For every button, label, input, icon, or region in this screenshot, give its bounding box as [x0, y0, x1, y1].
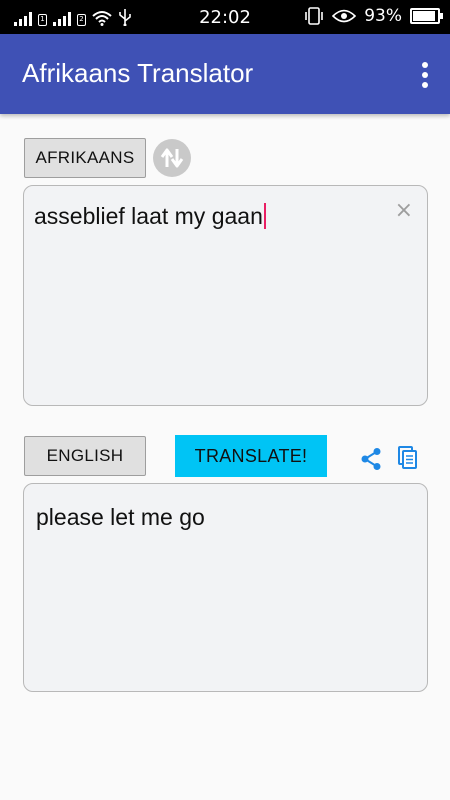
copy-icon[interactable]: [398, 446, 418, 470]
swap-icon: [160, 148, 184, 168]
clear-icon[interactable]: ×: [395, 200, 413, 222]
translated-text: please let me go: [36, 504, 205, 530]
source-text-content: asseblief laat my gaan: [34, 203, 266, 230]
vibrate-icon: [305, 7, 324, 25]
target-language-button[interactable]: ENGLISH: [24, 436, 146, 476]
source-text-input[interactable]: asseblief laat my gaan ×: [23, 185, 428, 406]
status-bar: 1 2 22:02 93%: [0, 0, 450, 34]
translation-output: please let me go: [23, 483, 428, 692]
app-title: Afrikaans Translator: [22, 58, 254, 88]
translate-button[interactable]: TRANSLATE!: [175, 435, 327, 477]
swap-languages-button[interactable]: [153, 139, 191, 177]
battery-percent: 93%: [364, 6, 402, 26]
text-caret: [263, 203, 266, 229]
share-icon[interactable]: [360, 447, 382, 471]
app-bar: Afrikaans Translator: [0, 34, 450, 114]
status-right-icons: 93%: [304, 6, 443, 26]
source-language-button[interactable]: AFRIKAANS: [24, 138, 146, 178]
battery-icon: [410, 8, 443, 24]
eye-icon: [332, 9, 357, 23]
source-text: asseblief laat my gaan: [34, 203, 263, 229]
overflow-menu-icon[interactable]: [422, 62, 428, 88]
